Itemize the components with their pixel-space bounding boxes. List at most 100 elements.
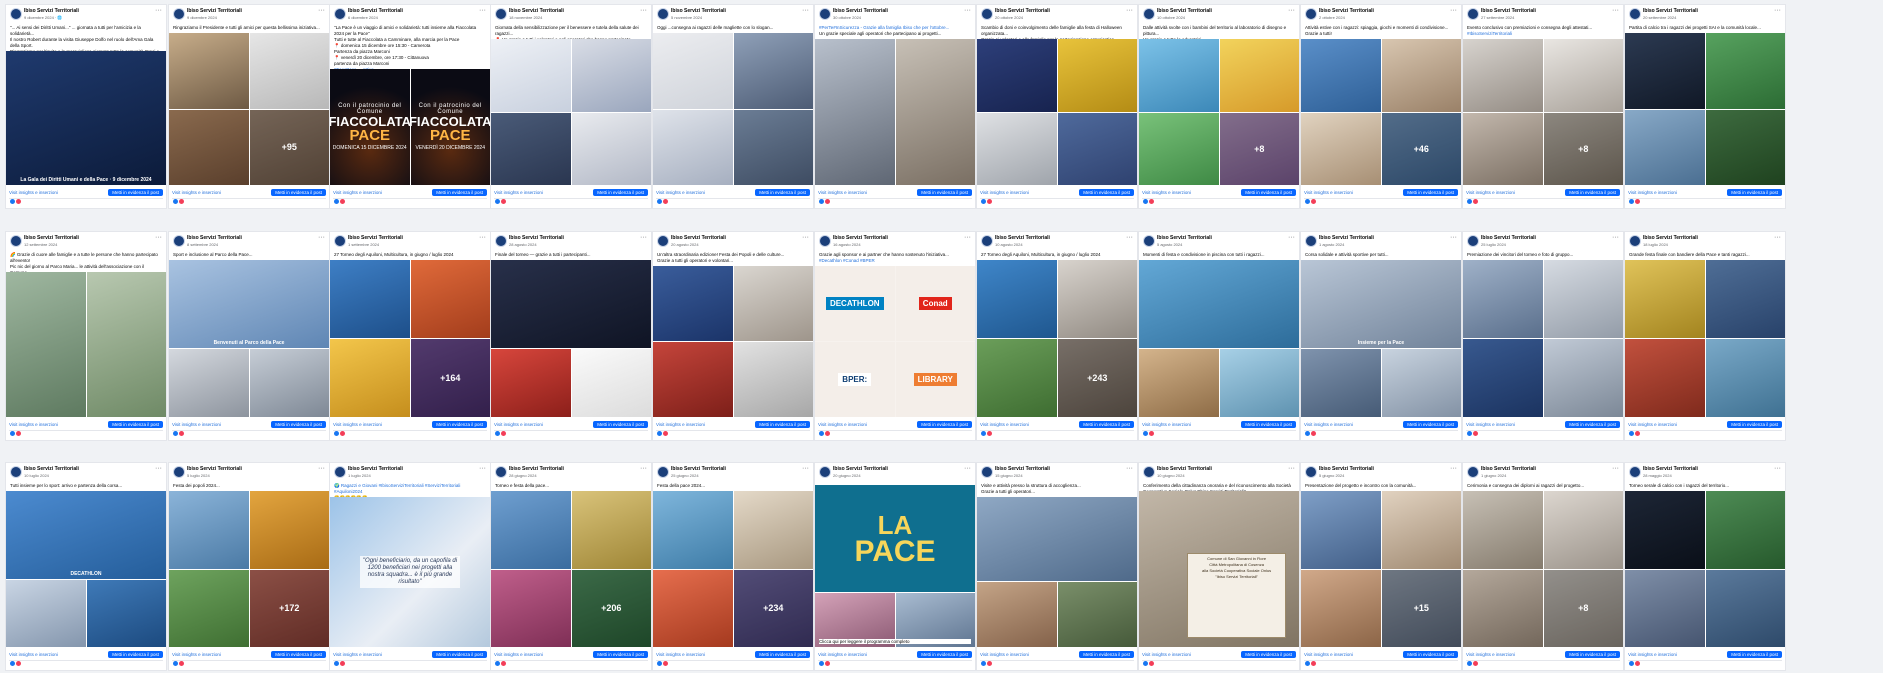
event-banner[interactable]: LA PACE xyxy=(815,485,975,593)
post-timestamp[interactable]: 1 settembre 2024 xyxy=(348,242,379,247)
reaction-summary[interactable] xyxy=(495,661,506,666)
post-photo[interactable] xyxy=(169,569,249,647)
post-photo[interactable] xyxy=(653,342,733,417)
post-media[interactable]: "Ogni beneficiario, da un capofila di 12… xyxy=(330,497,490,647)
post-timestamp[interactable]: 5 agosto 2024 xyxy=(1157,242,1182,247)
post-author-name[interactable]: Ibiso Servizi Territoriali xyxy=(24,8,79,14)
reaction-summary[interactable] xyxy=(334,661,345,666)
post-photo[interactable] xyxy=(653,266,733,341)
reaction-summary[interactable] xyxy=(819,431,830,436)
insights-link[interactable]: Visit insights e inserzioni xyxy=(494,652,543,657)
post-photo[interactable] xyxy=(1139,39,1219,112)
more-options-icon[interactable]: ··· xyxy=(1288,465,1295,472)
post-author-name[interactable]: Ibiso Servizi Territoriali xyxy=(24,466,79,472)
post-author-name[interactable]: Ibiso Servizi Territoriali xyxy=(509,8,564,14)
reaction-summary[interactable] xyxy=(173,199,184,204)
post-author-name[interactable]: Ibiso Servizi Territoriali xyxy=(1319,466,1374,472)
post-photo[interactable] xyxy=(1705,569,1785,647)
post-photo[interactable] xyxy=(977,112,1057,185)
reaction-summary[interactable] xyxy=(819,661,830,666)
reaction-summary[interactable] xyxy=(1143,431,1154,436)
post-timestamp[interactable]: 5 novembre 2024 xyxy=(671,15,702,20)
more-options-icon[interactable]: ··· xyxy=(1612,7,1619,14)
post-author-name[interactable]: Ibiso Servizi Territoriali xyxy=(187,8,242,14)
post-photo[interactable] xyxy=(977,582,1057,647)
more-options-icon[interactable]: ··· xyxy=(802,7,809,14)
boost-post-button[interactable]: Metti in evidenza il post xyxy=(917,188,972,196)
post-timestamp[interactable]: 5 luglio 2024 xyxy=(187,473,210,478)
post-photo[interactable] xyxy=(733,33,813,109)
post-media[interactable] xyxy=(6,272,166,417)
more-options-icon[interactable]: ··· xyxy=(1774,234,1781,241)
boost-post-button[interactable]: Metti in evidenza il post xyxy=(108,650,163,658)
post-photo[interactable] xyxy=(249,33,329,109)
post-author-name[interactable]: Ibiso Servizi Territoriali xyxy=(1643,8,1698,14)
page-avatar[interactable] xyxy=(173,466,185,478)
post-timestamp[interactable]: 28 giugno 2024 xyxy=(509,473,537,478)
page-avatar[interactable] xyxy=(981,466,993,478)
page-avatar[interactable] xyxy=(495,466,507,478)
boost-post-button[interactable]: Metti in evidenza il post xyxy=(432,188,487,196)
more-options-icon[interactable]: ··· xyxy=(1450,234,1457,241)
post-photo[interactable] xyxy=(1057,582,1137,647)
post-author-name[interactable]: Ibiso Servizi Territoriali xyxy=(1481,466,1536,472)
post-photo[interactable] xyxy=(977,497,1137,582)
post-media[interactable]: +206 xyxy=(491,491,651,647)
more-options-icon[interactable]: ··· xyxy=(1450,7,1457,14)
insights-link[interactable]: Visit insights e inserzioni xyxy=(333,422,382,427)
post-photo[interactable] xyxy=(1543,339,1623,417)
post-link-caption[interactable]: Clicca qui per leggere il programma comp… xyxy=(819,639,971,644)
post-photo[interactable] xyxy=(1463,491,1543,569)
more-photos-count[interactable]: +206 xyxy=(571,569,651,647)
insights-link[interactable]: Visit insights e inserzioni xyxy=(980,652,1029,657)
more-options-icon[interactable]: ··· xyxy=(1774,7,1781,14)
reaction-summary[interactable] xyxy=(1305,199,1316,204)
post-photo[interactable] xyxy=(249,349,329,417)
event-poster[interactable]: Con il patrocinio del Comune FIACCOLATA PA… xyxy=(330,69,410,185)
insights-link[interactable]: Visit insights e inserzioni xyxy=(1142,422,1191,427)
post-author-name[interactable]: Ibiso Servizi Territoriali xyxy=(1157,466,1212,472)
post-media[interactable]: Comune di San Giovanni in Fiore Città Met… xyxy=(1139,491,1299,647)
post-photo[interactable] xyxy=(491,260,651,349)
post-timestamp[interactable]: 5 giugno 2024 xyxy=(1319,473,1344,478)
post-author-name[interactable]: Ibiso Servizi Territoriali xyxy=(348,235,403,241)
post-media[interactable]: +15 xyxy=(1301,491,1461,647)
post-photo[interactable] xyxy=(1705,33,1785,109)
post-author-name[interactable]: Ibiso Servizi Territoriali xyxy=(1157,8,1212,14)
more-options-icon[interactable]: ··· xyxy=(479,465,486,472)
more-options-icon[interactable]: ··· xyxy=(640,7,647,14)
post-timestamp[interactable]: 20 ottobre 2024 xyxy=(995,15,1023,20)
post-timestamp[interactable]: 28 maggio 2024 xyxy=(1643,473,1672,478)
page-avatar[interactable] xyxy=(657,8,669,20)
post-timestamp[interactable]: 8 settembre 2024 xyxy=(187,242,218,247)
insights-link[interactable]: Visit insights e inserzioni xyxy=(1628,422,1677,427)
insights-link[interactable]: Visit insights e inserzioni xyxy=(656,190,705,195)
post-media[interactable] xyxy=(977,39,1137,185)
post-author-name[interactable]: Ibiso Servizi Territoriali xyxy=(348,8,403,14)
page-avatar[interactable] xyxy=(1629,466,1641,478)
post-media[interactable] xyxy=(491,39,651,185)
page-avatar[interactable] xyxy=(10,235,22,247)
post-photo[interactable]: Insieme per la Pace xyxy=(1301,260,1461,349)
post-author-name[interactable]: Ibiso Servizi Territoriali xyxy=(995,8,1050,14)
post-author-name[interactable]: Ibiso Servizi Territoriali xyxy=(1643,466,1698,472)
page-avatar[interactable] xyxy=(10,8,22,20)
post-photo[interactable] xyxy=(895,39,975,185)
post-timestamp[interactable]: 18 novembre 2024 xyxy=(509,15,542,20)
more-options-icon[interactable]: ··· xyxy=(802,465,809,472)
reaction-summary[interactable] xyxy=(1305,431,1316,436)
post-photo[interactable] xyxy=(1057,260,1137,338)
post-timestamp[interactable]: 10 ottobre 2024 xyxy=(1157,15,1185,20)
post-author-name[interactable]: Ibiso Servizi Territoriali xyxy=(995,466,1050,472)
post-photo[interactable] xyxy=(733,109,813,185)
post-author-name[interactable]: Ibiso Servizi Territoriali xyxy=(509,235,564,241)
more-options-icon[interactable]: ··· xyxy=(318,234,325,241)
boost-post-button[interactable]: Metti in evidenza il post xyxy=(1079,420,1134,428)
post-photo[interactable] xyxy=(653,569,733,647)
more-options-icon[interactable]: ··· xyxy=(318,465,325,472)
more-options-icon[interactable]: ··· xyxy=(1126,7,1133,14)
insights-link[interactable]: Visit insights e inserzioni xyxy=(1628,652,1677,657)
post-photo[interactable] xyxy=(410,260,490,338)
post-author-name[interactable]: Ibiso Servizi Territoriali xyxy=(1319,235,1374,241)
page-avatar[interactable] xyxy=(1305,8,1317,20)
